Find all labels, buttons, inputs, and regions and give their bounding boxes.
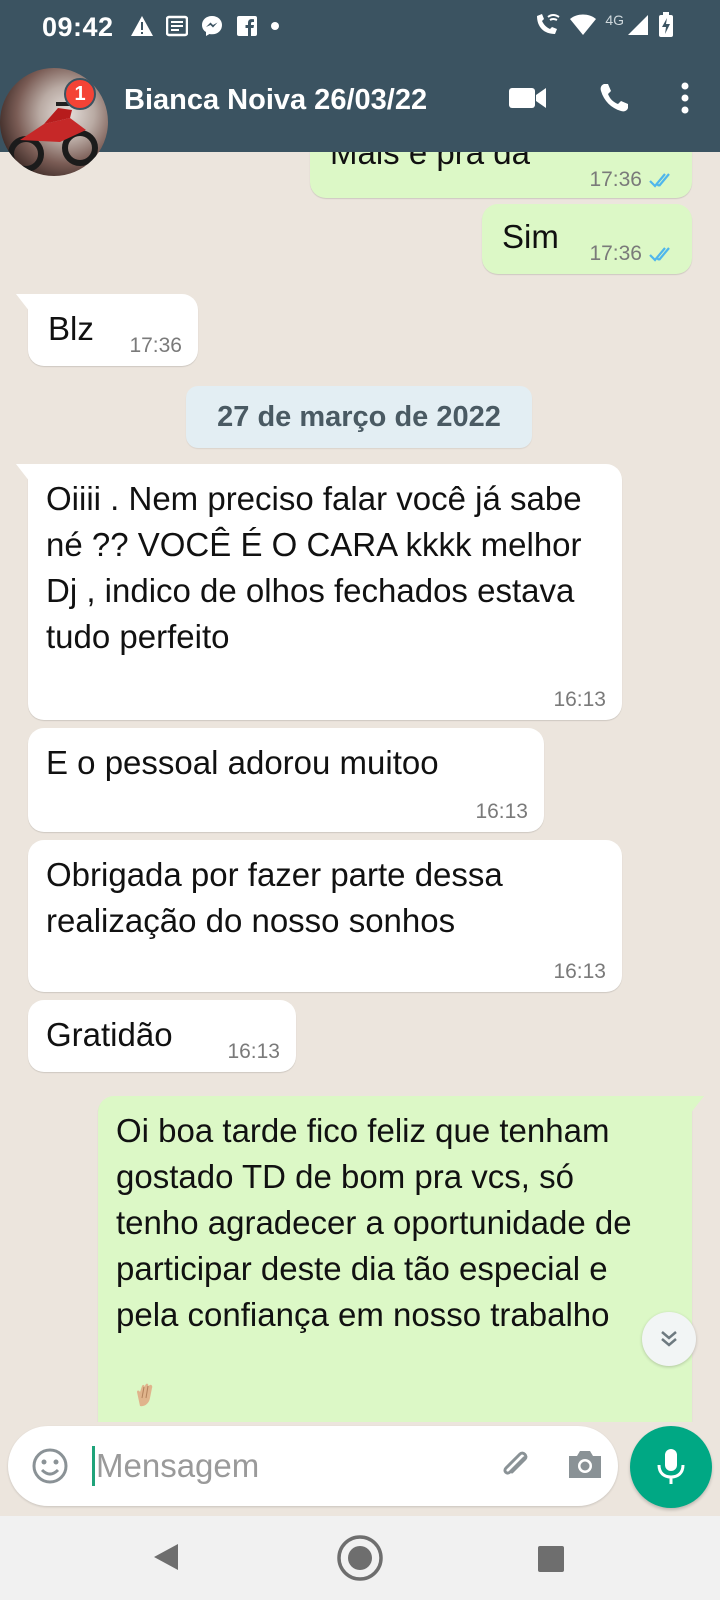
- message-bubble-incoming[interactable]: E o pessoal adorou muitoo 16:13: [28, 728, 544, 832]
- message-time: 17:36: [589, 242, 642, 265]
- message-composer: [8, 1426, 618, 1506]
- news-icon: [166, 15, 188, 37]
- status-time: 09:42: [42, 12, 114, 42]
- message-text: Obrigada por fazer parte dessa realizaçã…: [46, 856, 503, 939]
- nav-home-icon[interactable]: [336, 1534, 384, 1582]
- message-bubble-incoming[interactable]: Oiiii . Nem preciso falar você já sabe n…: [16, 464, 622, 720]
- voice-record-button[interactable]: [630, 1426, 712, 1508]
- message-text: Blz: [48, 310, 94, 347]
- top-bar: 09:42 4G 1 Bianca Noiva 26/03/22: [0, 0, 720, 176]
- message-time: 16:13: [553, 688, 606, 711]
- system-navigation-bar: [0, 1516, 720, 1600]
- conversation[interactable]: Mais é pra da 17:36 Sim 17:36 Blz 17:36 …: [0, 152, 720, 1422]
- message-time: 16:13: [475, 800, 528, 823]
- message-time: 16:13: [553, 960, 606, 983]
- message-text: Oiiii . Nem preciso falar você já sabe n…: [46, 480, 582, 655]
- double-check-icon: [649, 247, 670, 262]
- status-system-icons: 4G: [533, 12, 674, 38]
- attach-icon[interactable]: [496, 1446, 536, 1486]
- message-time: 17:36: [589, 168, 642, 191]
- message-text: Gratidão: [46, 1016, 173, 1053]
- message-bubble-outgoing[interactable]: Mais é pra da 17:36: [310, 152, 692, 198]
- camera-icon[interactable]: [566, 1446, 604, 1482]
- alert-icon: [131, 16, 153, 36]
- message-bubble-incoming[interactable]: Obrigada por fazer parte dessa realizaçã…: [28, 840, 622, 992]
- message-time: 17:36: [129, 334, 182, 357]
- wifi-icon: [570, 14, 597, 35]
- mic-icon: [657, 1449, 685, 1484]
- message-meta: 16:13: [553, 960, 606, 984]
- message-bubble-incoming[interactable]: Blz 17:36: [16, 294, 198, 366]
- text-cursor: [92, 1446, 95, 1486]
- emoji-icon[interactable]: [30, 1446, 70, 1486]
- status-bar: 09:42 4G: [0, 0, 720, 56]
- bubble-tail: [16, 294, 30, 312]
- bubble-tail: [16, 464, 30, 482]
- double-check-icon: [649, 173, 670, 188]
- message-input[interactable]: [96, 1440, 476, 1492]
- facebook-icon: [237, 16, 257, 36]
- message-text: Mais é pra da: [330, 152, 530, 171]
- header-actions: [508, 82, 690, 114]
- message-meta: 16:13: [553, 688, 606, 712]
- wifi-call-icon: [537, 14, 560, 34]
- contact-name[interactable]: Bianca Noiva 26/03/22: [124, 84, 427, 117]
- message-text: Oi boa tarde fico feliz que tenham gosta…: [116, 1112, 632, 1333]
- nav-back-icon[interactable]: [152, 1542, 180, 1572]
- messenger-icon: [202, 16, 222, 36]
- signal-icon: [628, 15, 648, 35]
- message-bubble-outgoing[interactable]: Sim 17:36: [482, 204, 692, 274]
- message-meta: 17:36: [129, 334, 182, 358]
- contact-avatar-button[interactable]: 1: [0, 68, 110, 178]
- voice-call-icon[interactable]: [598, 82, 630, 114]
- message-meta: 17:36: [589, 168, 676, 192]
- message-bubble-incoming[interactable]: Gratidão 16:13: [28, 1000, 296, 1072]
- message-meta: 17:36: [589, 242, 676, 266]
- nav-recent-icon[interactable]: [538, 1546, 564, 1572]
- message-meta: 16:13: [227, 1040, 280, 1064]
- scroll-to-bottom-button[interactable]: [642, 1312, 696, 1366]
- message-time: 16:13: [227, 1040, 280, 1063]
- network-type: 4G: [605, 12, 624, 28]
- battery-charging-icon: [659, 12, 673, 37]
- unread-badge: 1: [64, 78, 96, 110]
- chat-header: 1 Bianca Noiva 26/03/22: [0, 56, 720, 176]
- clapping-hands-emoji: [137, 1383, 153, 1407]
- message-text: E o pessoal adorou muitoo: [46, 744, 439, 781]
- message-bubble-outgoing[interactable]: Oi boa tarde fico feliz que tenham gosta…: [98, 1096, 704, 1422]
- message-text: Sim: [502, 218, 559, 255]
- dot-icon: [271, 22, 279, 30]
- more-vert-icon[interactable]: [680, 82, 690, 114]
- scroll-down-icon: [661, 1331, 677, 1347]
- message-meta: 16:13: [475, 800, 528, 824]
- date-separator: 27 de março de 2022: [186, 386, 532, 448]
- video-call-icon[interactable]: [508, 85, 548, 111]
- status-notification-icons: [130, 14, 280, 38]
- bubble-tail: [690, 1096, 704, 1114]
